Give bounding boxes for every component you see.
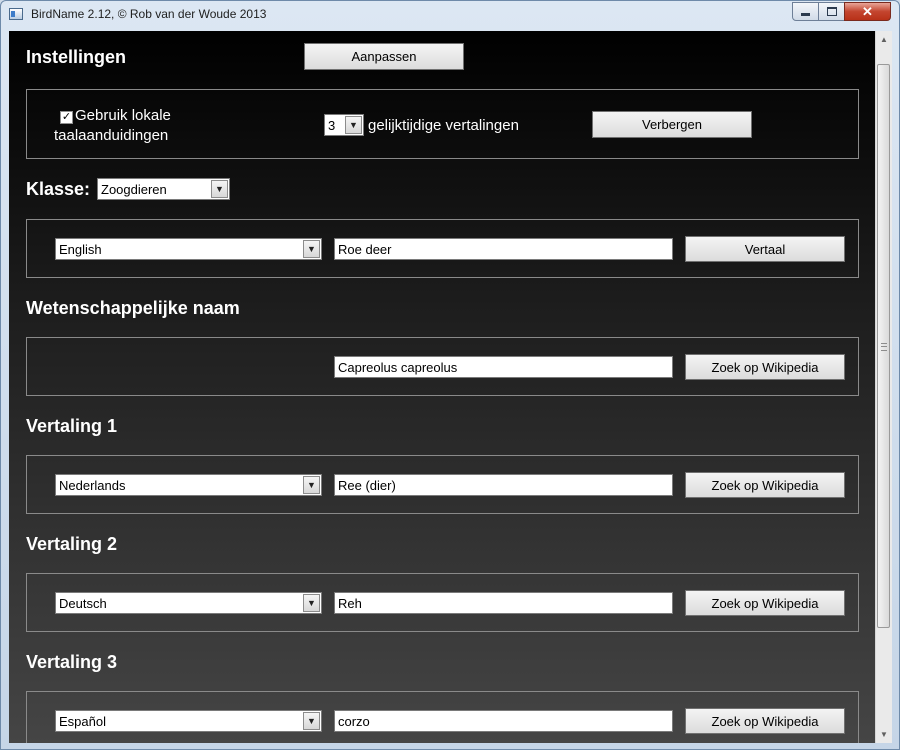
scrollbar-thumb[interactable] bbox=[877, 64, 890, 628]
translation-1-panel: Nederlands ▼ Ree (dier) Zoek op Wikipedi… bbox=[26, 455, 859, 514]
use-local-label-line2: taalaanduidingen bbox=[54, 127, 169, 144]
source-term-input[interactable]: Roe deer bbox=[334, 238, 673, 260]
app-icon bbox=[9, 8, 23, 20]
translation-2-panel: Deutsch ▼ Reh Zoek op Wikipedia bbox=[26, 573, 859, 632]
source-language-select[interactable]: English ▼ bbox=[55, 238, 322, 260]
main-content: Instellingen Aanpassen ✓ Gebruik lokale … bbox=[9, 31, 875, 743]
translation-3-heading: Vertaling 3 bbox=[26, 652, 118, 672]
window-title: BirdName 2.12, © Rob van der Woude 2013 bbox=[31, 7, 267, 21]
scroll-up-icon[interactable]: ▲ bbox=[876, 31, 892, 48]
close-icon: ✕ bbox=[862, 3, 873, 19]
scientific-name-input[interactable]: Capreolus capreolus bbox=[334, 356, 673, 378]
translation-1-input[interactable]: Ree (dier) bbox=[334, 474, 673, 496]
customize-button[interactable]: Aanpassen bbox=[304, 43, 464, 70]
scientific-heading: Wetenschappelijke naam bbox=[26, 298, 240, 318]
translation-1-language-value: Nederlands bbox=[59, 478, 126, 493]
chevron-down-icon: ▼ bbox=[303, 476, 320, 494]
maximize-icon bbox=[826, 7, 837, 16]
maximize-button[interactable] bbox=[818, 2, 845, 21]
translation-3-language-value: Español bbox=[59, 714, 106, 729]
settings-heading: Instellingen bbox=[26, 47, 127, 67]
translation-1-language-select[interactable]: Nederlands ▼ bbox=[55, 474, 322, 496]
source-language-value: English bbox=[59, 242, 102, 257]
translation-2-wiki-button[interactable]: Zoek op Wikipedia bbox=[685, 590, 845, 616]
source-panel: English ▼ Roe deer Vertaal bbox=[26, 219, 859, 278]
vertical-scrollbar[interactable]: ▲ ▼ bbox=[875, 31, 892, 743]
translation-2-language-select[interactable]: Deutsch ▼ bbox=[55, 592, 322, 614]
close-button[interactable]: ✕ bbox=[844, 2, 891, 21]
use-local-checkbox[interactable]: ✓ bbox=[60, 111, 73, 124]
minimize-button[interactable] bbox=[792, 2, 819, 21]
translation-3-panel: Español ▼ corzo Zoek op Wikipedia bbox=[26, 691, 859, 743]
settings-panel: ✓ Gebruik lokale taalaanduidingen 3 ▼ ge… bbox=[26, 89, 859, 159]
title-bar[interactable]: BirdName 2.12, © Rob van der Woude 2013 … bbox=[1, 1, 899, 29]
use-local-label-line1: Gebruik lokale bbox=[75, 107, 171, 124]
chevron-down-icon: ▼ bbox=[303, 712, 320, 730]
scientific-panel: Capreolus capreolus Zoek op Wikipedia bbox=[26, 337, 859, 396]
chevron-down-icon: ▼ bbox=[303, 240, 320, 258]
translation-3-wiki-button[interactable]: Zoek op Wikipedia bbox=[685, 708, 845, 734]
klasse-select[interactable]: Zoogdieren ▼ bbox=[97, 178, 230, 200]
translation-1-wiki-button[interactable]: Zoek op Wikipedia bbox=[685, 472, 845, 498]
klasse-label: Klasse: bbox=[26, 179, 91, 199]
translation-3-language-select[interactable]: Español ▼ bbox=[55, 710, 322, 732]
app-window: BirdName 2.12, © Rob van der Woude 2013 … bbox=[0, 0, 900, 750]
concurrent-count-select[interactable]: 3 ▼ bbox=[324, 114, 364, 136]
klasse-value: Zoogdieren bbox=[101, 182, 167, 197]
translation-2-heading: Vertaling 2 bbox=[26, 534, 118, 554]
concurrent-label: gelijktijdige vertalingen bbox=[368, 117, 519, 134]
grip-icon bbox=[881, 343, 887, 351]
scroll-down-icon[interactable]: ▼ bbox=[876, 726, 892, 743]
translation-2-language-value: Deutsch bbox=[59, 596, 107, 611]
translation-2-input[interactable]: Reh bbox=[334, 592, 673, 614]
translation-1-heading: Vertaling 1 bbox=[26, 416, 118, 436]
chevron-down-icon: ▼ bbox=[303, 594, 320, 612]
hide-button[interactable]: Verbergen bbox=[592, 111, 752, 138]
translate-button[interactable]: Vertaal bbox=[685, 236, 845, 262]
concurrent-count-value: 3 bbox=[328, 118, 336, 133]
translation-3-input[interactable]: corzo bbox=[334, 710, 673, 732]
chevron-down-icon: ▼ bbox=[211, 180, 228, 198]
minimize-icon bbox=[801, 13, 810, 16]
chevron-down-icon: ▼ bbox=[345, 116, 362, 134]
scientific-wiki-button[interactable]: Zoek op Wikipedia bbox=[685, 354, 845, 380]
